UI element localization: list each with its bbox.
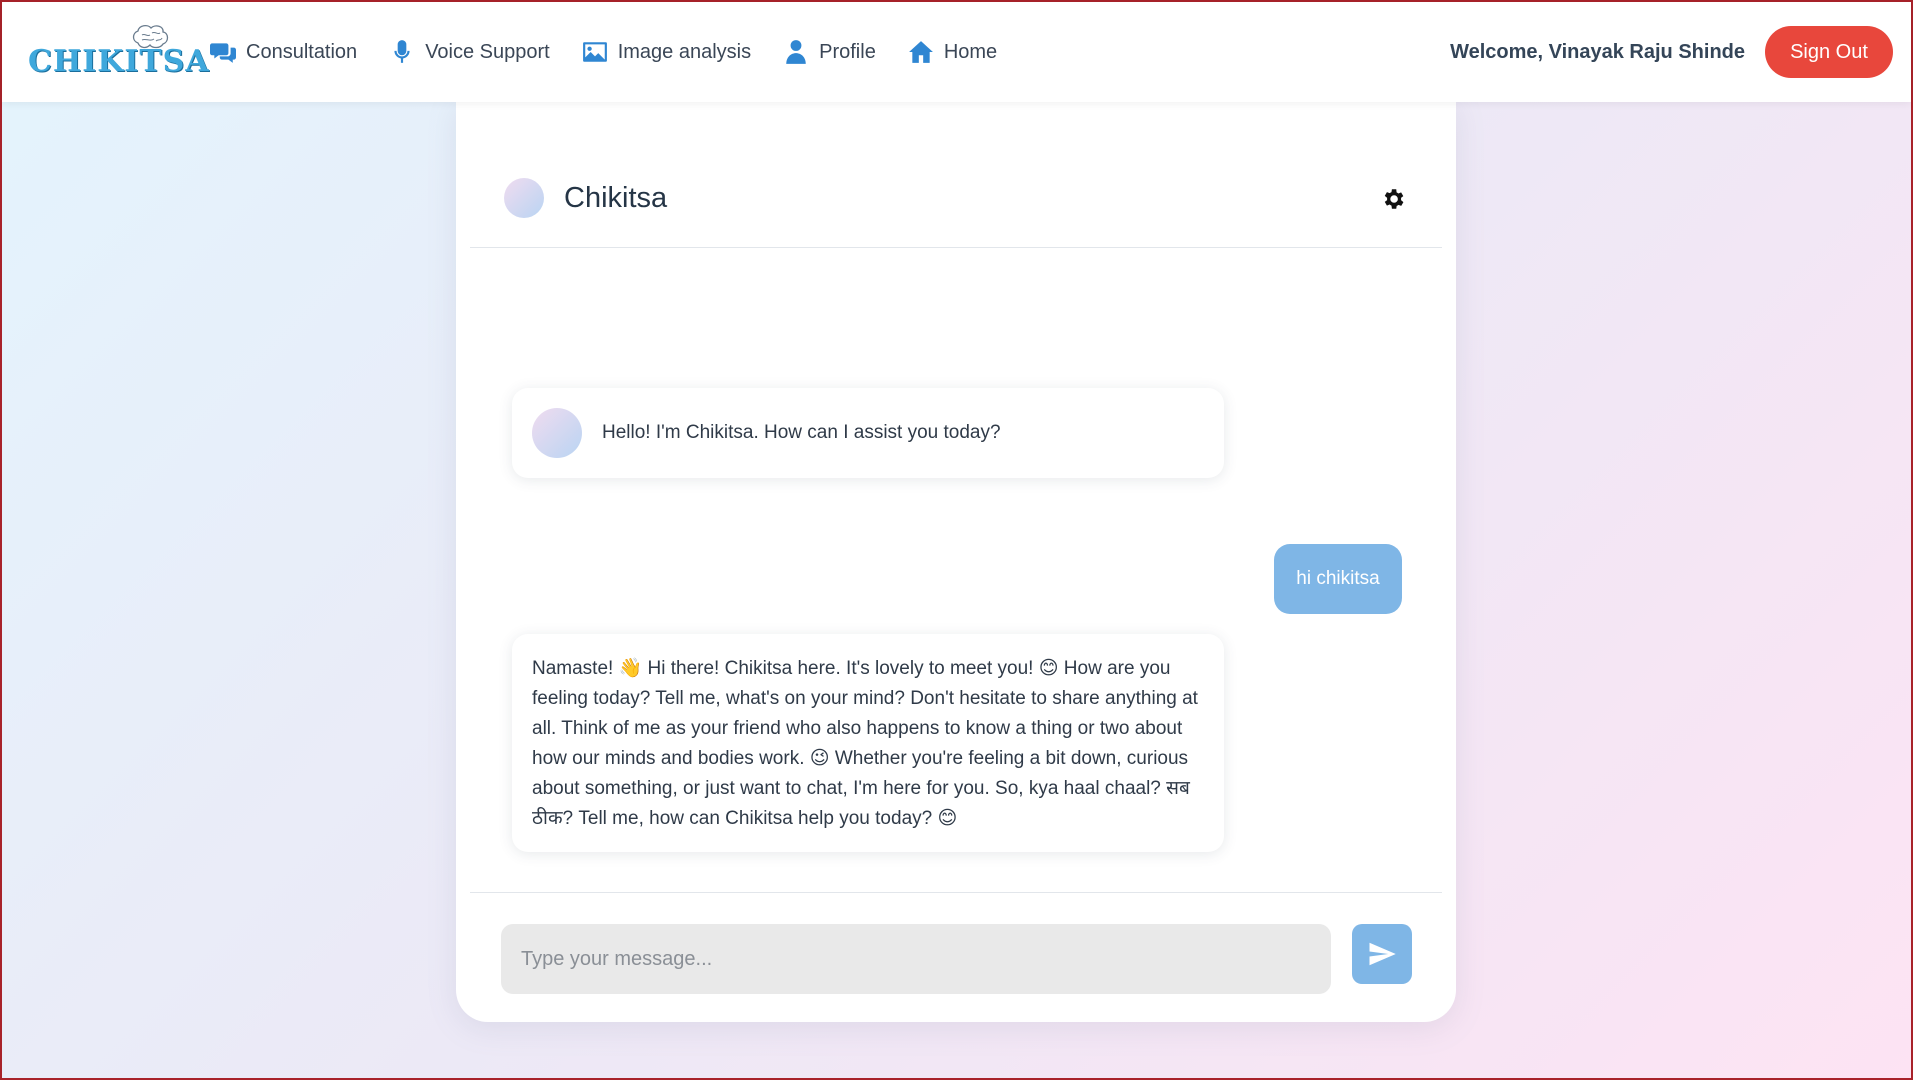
input-divider [470,892,1442,893]
chikitsa-logo[interactable]: CHIKITSA [28,24,209,77]
chat-title: Chikitsa [564,182,668,214]
microphone-icon [394,40,410,63]
bot-message: Hello! I'm Chikitsa. How can I assist yo… [512,388,1224,478]
bot-message-text: Hello! I'm Chikitsa. How can I assist yo… [602,422,1001,443]
nav-home-label: Home [943,40,998,63]
send-button[interactable] [1352,924,1412,984]
chat-card: Chikitsa Hello! I'm Chikitsa. How can I … [456,102,1456,1022]
nav-profile-label: Profile [819,40,876,63]
bot-avatar [504,178,544,218]
nav-links: Consultation Voice Support Image analysi… [210,39,1029,65]
home-icon [908,41,933,63]
nav-voice-support-label: Voice Support [425,40,550,63]
nav-consultation[interactable]: Consultation [210,39,357,65]
nav-image-analysis[interactable]: Image analysis [582,39,751,65]
brain-icon [132,24,169,49]
sign-out-button[interactable]: Sign Out [1765,26,1893,78]
gear-icon[interactable] [1380,186,1406,212]
top-navbar: CHIKITSA Consultation Voice Support Imag… [2,2,1911,102]
nav-image-analysis-label: Image analysis [617,40,752,63]
message-input[interactable] [501,924,1331,994]
nav-voice-support[interactable]: Voice Support [389,39,550,65]
user-icon [786,40,806,64]
bot-message-text: Namaste! 👋 Hi there! Chikitsa here. It's… [532,658,1198,829]
logo-text: CHIKITSA [28,44,210,79]
messages-area: Hello! I'm Chikitsa. How can I assist yo… [456,248,1456,992]
bot-message: Namaste! 👋 Hi there! Chikitsa here. It's… [512,634,1224,852]
nav-home[interactable]: Home [908,39,997,65]
send-icon [1369,942,1396,966]
bot-message-avatar [532,408,582,458]
nav-right: Welcome, Vinayak Raju Shinde Sign Out [1450,26,1911,78]
nav-consultation-label: Consultation [246,40,358,63]
chat-header: Chikitsa [470,102,1442,248]
welcome-text: Welcome, Vinayak Raju Shinde [1450,40,1745,63]
user-message: hi chikitsa [1274,544,1402,614]
chat-bubbles-icon [210,43,236,63]
image-icon [582,42,607,62]
nav-profile[interactable]: Profile [783,39,876,65]
